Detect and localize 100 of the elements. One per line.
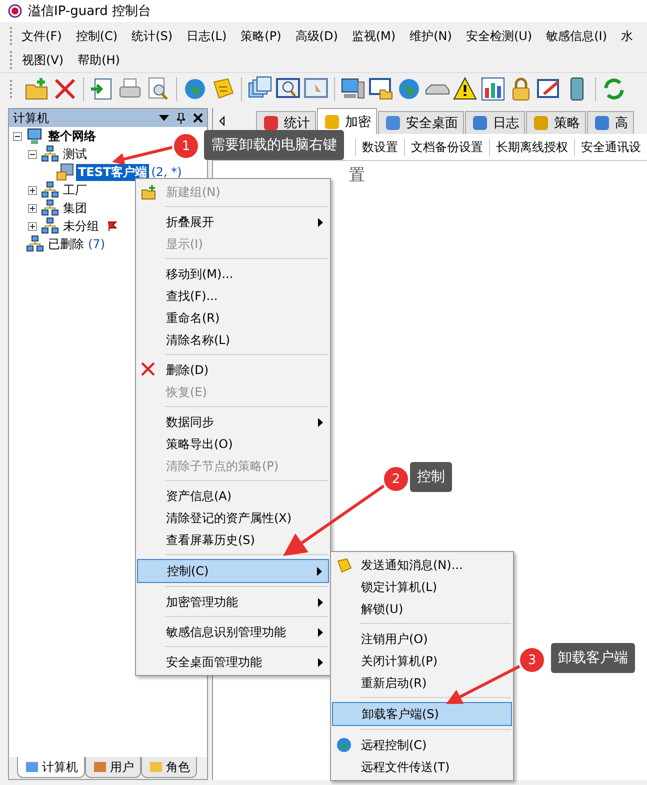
menu-item[interactable]: 数据同步 <box>137 411 329 433</box>
globe-icon <box>336 737 352 753</box>
note-icon <box>336 557 352 573</box>
tab[interactable]: 高 <box>587 111 634 134</box>
tab-icon <box>384 114 402 132</box>
menu-item[interactable]: 查找(F)... <box>137 285 329 307</box>
network-icon <box>26 127 44 145</box>
menu-item[interactable]: 远程控制(C) <box>332 734 512 756</box>
folder-add-icon <box>141 184 157 200</box>
menu-item[interactable]: 解锁(U) <box>332 598 512 620</box>
menu-item[interactable]: 重新启动(R) <box>332 672 512 694</box>
tree-count: (2, *) <box>151 165 182 179</box>
panel-tab[interactable]: 用户 <box>85 757 141 778</box>
menu-item[interactable]: 安全桌面管理功能 <box>137 651 329 673</box>
tab[interactable]: 日志 <box>465 111 525 134</box>
tab-icon <box>148 759 164 775</box>
menu-item[interactable]: 敏感信息(I) <box>546 28 607 44</box>
menu-item[interactable]: 清除登记的资产属性(X) <box>137 507 329 529</box>
tree-item[interactable]: 集团 <box>61 200 89 216</box>
annotation-tooltip: 需要卸载的电脑右键 <box>204 130 344 160</box>
annotation-tooltip: 卸载客户端 <box>551 643 635 673</box>
tree-count: (7) <box>88 237 105 251</box>
menu-item[interactable]: 策略导出(O) <box>137 433 329 455</box>
tab-icon <box>593 114 611 132</box>
expander-icon[interactable] <box>28 186 39 194</box>
sub-tab[interactable]: 文档备份设置 <box>404 138 489 156</box>
expander-icon[interactable] <box>13 132 24 140</box>
close-icon[interactable] <box>193 113 203 123</box>
menu-item[interactable]: 删除(D) <box>137 359 329 381</box>
menu-item[interactable]: 维护(N) <box>410 28 452 44</box>
expander-icon[interactable] <box>28 204 39 212</box>
menu-item[interactable]: 折叠展开 <box>137 211 329 233</box>
menu-item[interactable]: 关闭计算机(P) <box>332 650 512 672</box>
menu-item[interactable]: 帮助(H) <box>78 52 120 68</box>
menu-item[interactable]: 资产信息(A) <box>137 485 329 507</box>
sub-tab[interactable]: 数设置 <box>355 138 404 156</box>
chart-icon[interactable] <box>480 76 506 102</box>
tab[interactable]: 安全桌面 <box>378 111 464 134</box>
dropdown-icon[interactable] <box>159 114 169 122</box>
menu-item[interactable]: 清除名称(L) <box>137 329 329 351</box>
menu-item[interactable]: 统计(S) <box>132 28 173 44</box>
sub-tab[interactable]: 安全通讯设 <box>574 138 647 156</box>
menu-item[interactable]: 控制(C) <box>137 559 329 583</box>
window-title: 溢信IP-guard 控制台 <box>28 3 152 20</box>
globe-icon[interactable] <box>182 76 208 102</box>
menu-item[interactable]: 注销用户(O) <box>332 628 512 650</box>
app-logo-icon <box>8 4 22 18</box>
tab-icon <box>92 759 108 775</box>
expander-icon[interactable] <box>28 150 39 158</box>
folder-window-icon[interactable] <box>368 76 394 102</box>
tree-item[interactable]: 测试 <box>61 146 89 162</box>
menu-item[interactable]: 重命名(R) <box>137 307 329 329</box>
menu-item[interactable]: 水 <box>621 28 633 44</box>
menu-item[interactable]: 安全检测(U) <box>466 28 532 44</box>
menu-item[interactable]: 锁定计算机(L) <box>332 576 512 598</box>
menu-item[interactable]: 发送通知消息(N)... <box>332 554 512 576</box>
scroll-left-icon[interactable] <box>219 116 225 126</box>
expander-icon[interactable] <box>28 222 39 230</box>
tree-item[interactable]: 整个网络 <box>46 128 98 144</box>
delete-icon <box>141 362 155 376</box>
group-icon <box>41 145 59 163</box>
section-heading: 置 <box>349 165 365 184</box>
menu-item[interactable]: 监视(M) <box>352 28 396 44</box>
tree-item[interactable]: 工厂 <box>61 182 89 198</box>
folder-add-icon[interactable] <box>24 76 50 102</box>
menu-item[interactable]: 移动到(M)... <box>137 263 329 285</box>
sub-tab[interactable]: 长期离线授权 <box>489 138 574 156</box>
locked-computer-icon <box>56 163 74 181</box>
menu-item[interactable]: 卸载客户端(S) <box>332 702 512 726</box>
tab-icon <box>532 114 550 132</box>
menu-item[interactable]: 控制(C) <box>76 28 118 44</box>
panel-tab[interactable]: 角色 <box>141 757 197 778</box>
group-icon <box>41 199 59 217</box>
panel-title: 计算机 <box>13 110 50 126</box>
tree-item[interactable]: TEST客户端 <box>76 164 150 180</box>
tree-item[interactable]: 已删除 <box>46 236 86 252</box>
globe-icon[interactable] <box>396 76 422 102</box>
menu-item[interactable]: 敏感信息识别管理功能 <box>137 621 329 643</box>
menu-item[interactable]: 高级(D) <box>295 28 338 44</box>
group-icon <box>41 181 59 199</box>
tab-icon <box>262 114 280 132</box>
warning-icon[interactable] <box>452 76 478 102</box>
panel-tab[interactable]: 计算机 <box>17 757 85 778</box>
tab-icon <box>471 114 489 132</box>
tab-icon <box>24 759 40 775</box>
annotation-tooltip: 控制 <box>410 462 452 492</box>
menu-item[interactable]: 加密管理功能 <box>137 591 329 613</box>
menu-item[interactable]: 视图(V) <box>22 52 64 68</box>
tab[interactable]: 加密 <box>317 108 377 134</box>
tab-icon <box>323 112 341 130</box>
tree-item[interactable]: 未分组 <box>61 218 101 234</box>
menu-item[interactable]: 远程文件传送(T) <box>332 756 512 778</box>
tab[interactable]: 策略 <box>526 111 586 134</box>
group-icon <box>41 217 59 235</box>
menu-item[interactable]: 查看屏幕历史(S) <box>137 529 329 551</box>
pin-icon[interactable] <box>177 112 185 124</box>
menu-item[interactable]: 策略(P) <box>240 28 282 44</box>
delete-icon[interactable] <box>52 76 78 102</box>
menu-item[interactable]: 日志(L) <box>186 28 227 44</box>
menu-item[interactable]: 文件(F) <box>22 28 62 44</box>
